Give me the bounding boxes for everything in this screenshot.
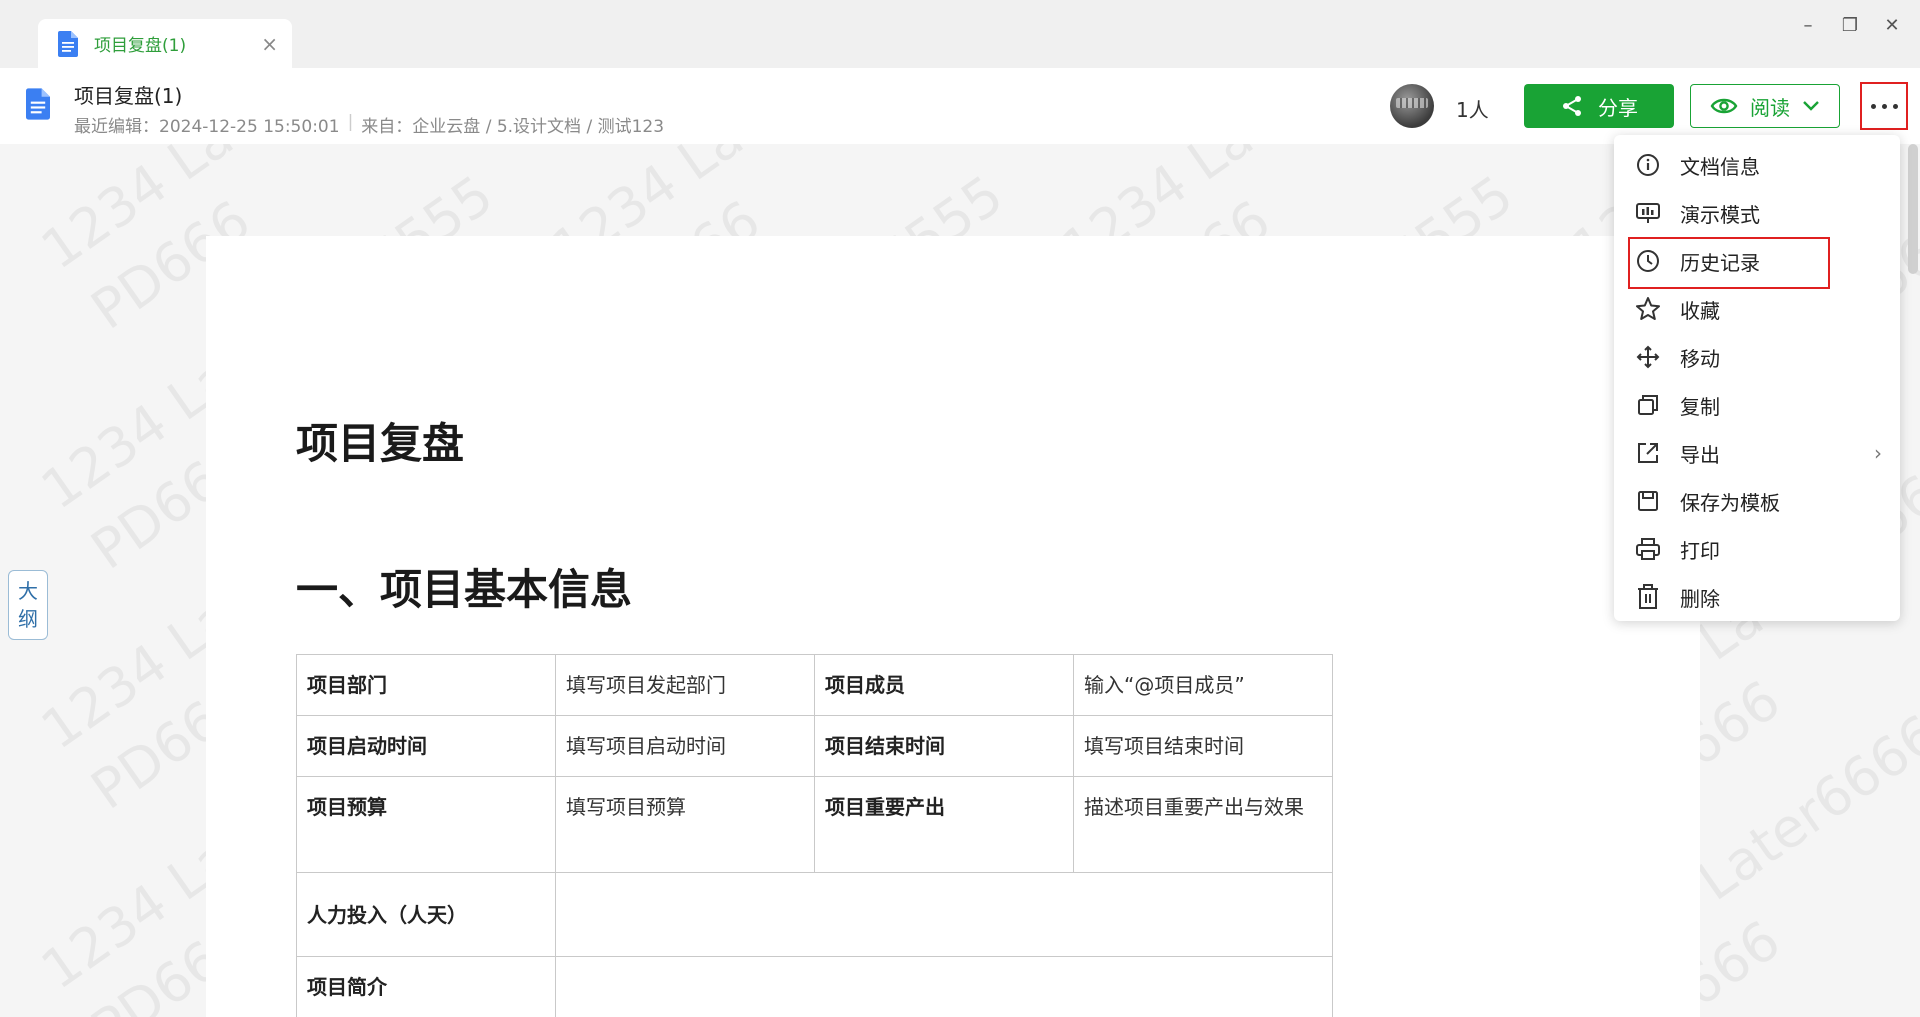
table-cell[interactable]: 项目启动时间	[296, 715, 556, 777]
tab-strip: 项目复盘(1) × – ❐ ✕	[0, 0, 1920, 68]
trash-icon	[1634, 583, 1662, 611]
table-cell[interactable]	[555, 872, 1333, 957]
document-icon	[58, 30, 78, 57]
document-source-path[interactable]: 来自：企业云盘 / 5.设计文档 / 测试123	[361, 112, 664, 137]
share-label: 分享	[1598, 95, 1638, 120]
table-cell[interactable]: 填写项目结束时间	[1073, 715, 1333, 777]
chevron-down-icon	[1803, 101, 1819, 111]
star-icon	[1634, 295, 1662, 323]
save-template-icon	[1634, 487, 1662, 515]
more-dot	[1870, 103, 1876, 109]
menu-item-history[interactable]: 历史记录	[1614, 237, 1900, 289]
more-options-menu: 文档信息 演示模式 历史记录 收藏 移动 复制 导出 › 保存为模板 打印 删除	[1614, 135, 1900, 621]
copy-icon	[1634, 391, 1662, 419]
document-icon	[26, 88, 50, 120]
outline-label-char: 大	[18, 579, 38, 603]
menu-item-favorite[interactable]: 收藏	[1614, 285, 1900, 333]
share-icon	[1563, 96, 1581, 116]
table-row: 项目部门 填写项目发起部门 项目成员 输入“@项目成员”	[296, 654, 1333, 716]
presentation-icon	[1634, 199, 1662, 227]
table-row: 人力投入（人天）	[296, 872, 1333, 957]
project-info-table: 项目部门 填写项目发起部门 项目成员 输入“@项目成员” 项目启动时间 填写项目…	[296, 654, 1333, 1017]
more-dot	[1881, 103, 1887, 109]
table-cell[interactable]: 描述项目重要产出与效果	[1073, 776, 1333, 873]
tab-close-icon[interactable]: ×	[261, 34, 278, 54]
table-row: 项目预算 填写项目预算 项目重要产出 描述项目重要产出与效果	[296, 776, 1333, 873]
table-cell[interactable]: 人力投入（人天）	[296, 872, 556, 957]
table-cell[interactable]: 填写项目预算	[555, 776, 815, 873]
meta-divider: |	[347, 112, 354, 132]
menu-item-save-template[interactable]: 保存为模板	[1614, 477, 1900, 525]
clock-icon	[1634, 247, 1662, 275]
printer-icon	[1634, 535, 1662, 563]
section-heading[interactable]: 一、项目基本信息	[296, 556, 632, 617]
table-cell[interactable]: 填写项目启动时间	[555, 715, 815, 777]
more-dot	[1892, 103, 1898, 109]
minimize-button[interactable]: –	[1788, 10, 1828, 40]
restore-button[interactable]: ❐	[1830, 10, 1870, 40]
menu-item-move[interactable]: 移动	[1614, 333, 1900, 381]
document-header: 项目复盘(1) 最近编辑：2024-12-25 15:50:01 | 来自：企业…	[0, 68, 1920, 144]
table-row: 项目启动时间 填写项目启动时间 项目结束时间 填写项目结束时间	[296, 715, 1333, 777]
share-button[interactable]: 分享	[1524, 84, 1674, 128]
table-cell[interactable]: 项目结束时间	[814, 715, 1074, 777]
menu-item-export[interactable]: 导出 ›	[1614, 429, 1900, 477]
menu-item-print[interactable]: 打印	[1614, 525, 1900, 573]
last-edit-time: 最近编辑：2024-12-25 15:50:01	[74, 117, 340, 137]
document-title: 项目复盘(1)	[74, 84, 183, 108]
export-icon	[1634, 439, 1662, 467]
tab-title: 项目复盘(1)	[94, 36, 187, 56]
table-cell[interactable]: 输入“@项目成员”	[1073, 654, 1333, 716]
read-label: 阅读	[1750, 95, 1790, 120]
menu-item-copy[interactable]: 复制	[1614, 381, 1900, 429]
menu-item-label: 历史记录	[1680, 250, 1760, 275]
menu-item-document-info[interactable]: 文档信息	[1614, 141, 1900, 189]
menu-item-label: 收藏	[1680, 298, 1720, 323]
menu-item-label: 删除	[1680, 586, 1720, 611]
document-meta: 最近编辑：2024-12-25 15:50:01 | 来自：企业云盘 / 5.设…	[74, 112, 664, 137]
info-icon	[1634, 151, 1662, 179]
outline-label-char: 纲	[18, 607, 38, 631]
table-row: 项目简介	[296, 956, 1333, 1017]
table-cell[interactable]	[555, 956, 1333, 1017]
table-cell[interactable]: 项目预算	[296, 776, 556, 873]
table-cell[interactable]: 项目成员	[814, 654, 1074, 716]
menu-item-label: 移动	[1680, 346, 1720, 371]
move-icon	[1634, 343, 1662, 371]
avatar[interactable]	[1390, 84, 1434, 128]
chevron-right-icon: ›	[1874, 441, 1882, 465]
menu-item-label: 保存为模板	[1680, 490, 1780, 515]
close-window-button[interactable]: ✕	[1872, 10, 1912, 40]
document-heading[interactable]: 项目复盘	[296, 410, 464, 471]
table-cell[interactable]: 项目重要产出	[814, 776, 1074, 873]
menu-item-label: 复制	[1680, 394, 1720, 419]
menu-item-label: 文档信息	[1680, 154, 1760, 179]
document-tab[interactable]: 项目复盘(1) ×	[38, 19, 292, 68]
menu-item-presentation[interactable]: 演示模式	[1614, 189, 1900, 237]
table-cell[interactable]: 填写项目发起部门	[555, 654, 815, 716]
menu-item-label: 演示模式	[1680, 202, 1760, 227]
menu-item-label: 导出	[1680, 442, 1720, 467]
outline-toggle-button[interactable]: 大 纲	[8, 570, 48, 640]
table-cell[interactable]: 项目简介	[296, 956, 556, 1017]
menu-item-delete[interactable]: 删除	[1614, 573, 1900, 621]
eye-icon	[1710, 98, 1738, 114]
read-mode-button[interactable]: 阅读	[1690, 84, 1840, 128]
collaborator-count[interactable]: 1人	[1456, 94, 1489, 123]
scrollbar[interactable]	[1908, 144, 1918, 274]
table-cell[interactable]: 项目部门	[296, 654, 556, 716]
more-options-button[interactable]	[1860, 82, 1908, 130]
menu-item-label: 打印	[1680, 538, 1720, 563]
